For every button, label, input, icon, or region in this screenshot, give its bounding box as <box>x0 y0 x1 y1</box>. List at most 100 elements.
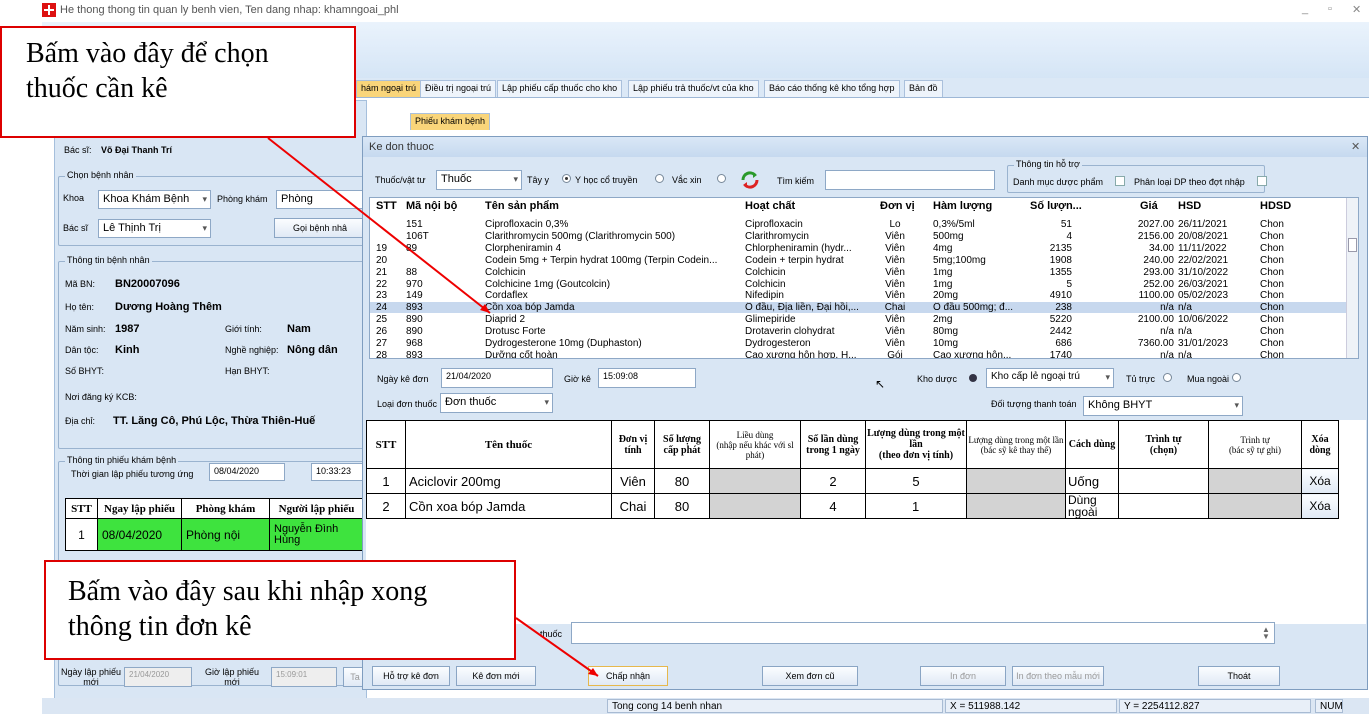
rx-date-input[interactable]: 21/04/2020 <box>441 368 553 388</box>
doctor-select[interactable]: Lê Thịnh Trị <box>98 219 211 238</box>
rx-cell-drug[interactable]: Cồn xoa bóp Jamda <box>405 493 612 519</box>
product-cell: 106T <box>406 230 429 242</box>
close-window-icon[interactable]: ✕ <box>1352 3 1361 16</box>
rx-cell-order[interactable] <box>1118 468 1209 494</box>
rx-time-input[interactable]: 15:09:08 <box>598 368 696 388</box>
plist-col-strength: Hàm lượng <box>933 200 993 212</box>
rx-cell-dose[interactable] <box>709 493 801 519</box>
row-date: 08/04/2020 <box>97 518 182 551</box>
product-cell: 19 <box>376 242 388 254</box>
department-select[interactable]: Khoa Khám Bệnh <box>98 190 211 209</box>
product-row[interactable]: 22 970 Colchicine 1mg (Goutcolcin) Colchici… <box>370 279 1346 290</box>
order-alt-title: Trình tự <box>1240 434 1270 445</box>
product-list-scrollbar[interactable] <box>1346 198 1358 358</box>
payer-select[interactable]: Không BHYT <box>1083 396 1243 416</box>
delete-row-button[interactable]: Xóa <box>1301 468 1339 494</box>
product-cell: Viên <box>885 230 905 242</box>
maximize-icon[interactable]: ▫ <box>1328 3 1332 15</box>
status-y: Y = 2254112.827 <box>1119 699 1311 713</box>
search-input[interactable] <box>825 170 995 190</box>
callout-choose-drug: Bấm vào đây để chọn thuốc cần kê <box>0 26 356 138</box>
call-patient-button[interactable]: Gọi bệnh nhâ <box>274 218 366 238</box>
rx-cell-order[interactable] <box>1118 493 1209 519</box>
view-old-rx-button[interactable]: Xem đơn cũ <box>762 666 858 686</box>
rx-support-button[interactable]: Hỗ trợ kê đơn <box>372 666 450 686</box>
radio-y-hoc-co-truyen[interactable] <box>562 174 571 183</box>
product-row[interactable]: 106T Clarithromycin 500mg (Clarithromycin… <box>370 231 1346 242</box>
tab-phieu-kham-benh[interactable]: Phiếu khám bệnh <box>410 113 490 130</box>
advice-spinner-icon[interactable]: ▲ ▼ <box>1262 626 1270 641</box>
rx-cell-amount[interactable]: 5 <box>865 468 967 494</box>
rx-cell-qty[interactable]: 80 <box>654 493 710 519</box>
rx-cell-dose[interactable] <box>709 468 801 494</box>
product-row[interactable]: 24 893 Cồn xoa bóp Jamda Ô đầu, Địa liền, Đ… <box>370 302 1346 314</box>
pharmacy-select[interactable]: Kho cấp lẻ ngoại trú <box>986 368 1114 388</box>
tab-bao-cao-thong-ke[interactable]: Báo cáo thống kê kho tổng hợp <box>764 80 900 97</box>
accept-button[interactable]: Chấp nhận <box>588 666 668 686</box>
drug-catalog-checkbox[interactable] <box>1115 176 1125 186</box>
item-type-select[interactable]: Thuốc <box>436 170 522 190</box>
radio-buy-outside[interactable] <box>1232 373 1241 382</box>
table-row[interactable]: 1 Aciclovir 200mg Viên 80 2 5 Uống Xóa <box>366 468 1339 494</box>
order-title: Trình tự <box>1145 433 1182 445</box>
product-row[interactable]: 21 88 Colchicin Colchicin Viên 1mg 1355 293.00 3… <box>370 267 1346 278</box>
new-form-time-input[interactable]: 15:09:01 <box>271 667 337 687</box>
rx-cell-times[interactable]: 2 <box>800 468 866 494</box>
print-rx-button[interactable]: In đơn <box>920 666 1006 686</box>
product-cell: Viên <box>885 242 905 254</box>
exit-button[interactable]: Thoát <box>1198 666 1280 686</box>
clinic-select[interactable]: Phòng <box>276 190 366 209</box>
col-date: Ngay lập phiếu <box>97 498 182 519</box>
tab-kham-ngoai-tru[interactable]: hám ngoại trú <box>356 80 422 97</box>
form-time-input[interactable]: 10:33:23 <box>311 463 365 481</box>
table-row[interactable]: 2 Cồn xoa bóp Jamda Chai 80 4 1 Dùng ngo… <box>366 493 1339 519</box>
product-row[interactable]: 19 89 Clorpheniramin 4 Chlorpheniramin (hyd… <box>370 243 1346 254</box>
delete-row-button[interactable]: Xóa <box>1301 493 1339 519</box>
rx-cell-amount[interactable]: 1 <box>865 493 967 519</box>
table-row[interactable]: 1 08/04/2020 Phòng nội Nguyễn Đình Hùng <box>65 518 364 551</box>
rx-cell-order-alt[interactable] <box>1208 493 1302 519</box>
product-row[interactable]: 151 Ciprofloxacin 0,3% Ciprofloxacin Lo 0,3%… <box>370 219 1346 230</box>
product-row[interactable]: 28 893 Dưỡng cốt hoàn Cao xương hỗn hợp, H.… <box>370 349 1346 359</box>
product-row[interactable]: 23 149 Cordaflex Nifedipin Viên 20mg 4910 1100.… <box>370 290 1346 301</box>
new-rx-button[interactable]: Kê đơn mới <box>456 666 536 686</box>
tab-ban-do[interactable]: Bản đồ <box>904 80 943 97</box>
advice-input[interactable] <box>571 622 1275 644</box>
dialog-close-icon[interactable]: ✕ <box>1351 140 1360 153</box>
rx-col-dose: Liều dùng (nhập nếu khác với sl phát) <box>709 420 801 469</box>
rx-type-select[interactable]: Đơn thuốc <box>440 393 553 413</box>
rx-cell-unit: Viên <box>611 468 655 494</box>
product-cell: 28 <box>376 349 388 359</box>
classify-checkbox[interactable] <box>1257 176 1267 186</box>
rx-cell-amount-alt[interactable] <box>966 493 1066 519</box>
print-new-template-button[interactable]: In đơn theo mẫu mới <box>1012 666 1104 686</box>
radio-vac-xin[interactable] <box>655 174 664 183</box>
tab-dieu-tri-ngoai-tru[interactable]: Điều trị ngoại trú <box>420 80 497 97</box>
refresh-icon[interactable] <box>739 169 761 191</box>
product-cell: 20 <box>376 254 388 266</box>
rx-col-drug: Tên thuốc <box>405 420 612 469</box>
radio-on-duty[interactable] <box>1163 373 1172 382</box>
on-duty-cabinet-label: Tủ trực <box>1126 374 1156 384</box>
product-row[interactable]: 27 968 Dydrogesterone 10mg (Duphaston) Dydr… <box>370 338 1346 349</box>
new-form-date-input[interactable]: 21/04/2020 <box>124 667 192 687</box>
radio-unlabeled[interactable] <box>717 174 726 183</box>
tab-lap-phieu-tra-thuoc[interactable]: Lập phiếu trả thuốc/vt của kho <box>628 80 759 97</box>
product-cell: 238 <box>1055 302 1072 314</box>
rx-cell-order-alt[interactable] <box>1208 468 1302 494</box>
product-row[interactable]: 20 Codein 5mg + Terpin hydrat 100mg (Terp… <box>370 255 1346 266</box>
radio-pharmacy[interactable] <box>969 374 977 382</box>
rx-cell-amount-alt[interactable] <box>966 468 1066 494</box>
rx-cell-times[interactable]: 4 <box>800 493 866 519</box>
product-row[interactable]: 26 890 Drotusc Forte Drotaverin clohydrat Vi… <box>370 326 1346 337</box>
product-cell: Chai <box>884 302 906 314</box>
product-row[interactable]: 25 890 Diaprid 2 Glimepiride Viên 2mg 5220 2100… <box>370 314 1346 325</box>
exam-form-title: Thông tin phiếu khám bệnh <box>65 455 179 465</box>
rx-cell-qty[interactable]: 80 <box>654 468 710 494</box>
tab-lap-phieu-cap-thuoc[interactable]: Lập phiếu cấp thuốc cho kho <box>497 80 623 97</box>
rx-cell-route[interactable]: Dùng ngoài <box>1065 493 1119 519</box>
minimize-icon[interactable]: _ <box>1302 3 1308 15</box>
rx-cell-route[interactable]: Uống <box>1065 468 1119 494</box>
rx-cell-drug[interactable]: Aciclovir 200mg <box>405 468 612 494</box>
form-date-input[interactable]: 08/04/2020 <box>209 463 285 481</box>
